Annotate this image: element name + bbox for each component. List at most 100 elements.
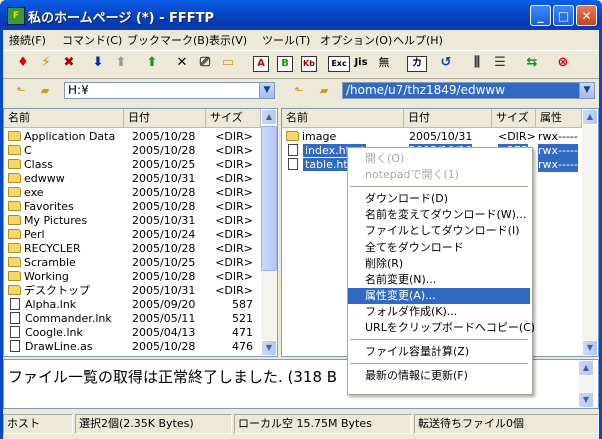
- scroll-up-icon[interactable]: ▲: [582, 109, 598, 125]
- file-name-text: image: [302, 130, 337, 143]
- rename-icon[interactable]: ⎚: [195, 53, 215, 73]
- file-date: 2005/10/28: [132, 270, 196, 283]
- remote-header-attr[interactable]: 属性: [536, 109, 582, 127]
- list-item[interactable]: exe 2005/10/28 <DIR>: [4, 186, 261, 200]
- chevron-down-icon[interactable]: ▼: [579, 82, 595, 99]
- menu-connect[interactable]: 接続(F): [9, 32, 46, 48]
- detail-view-icon[interactable]: ☰: [490, 53, 510, 73]
- remote-open-folder-icon[interactable]: ▰: [316, 84, 332, 98]
- remote-header-size[interactable]: サイズ: [492, 109, 536, 127]
- menu-tools[interactable]: ツール(T): [262, 32, 310, 48]
- remote-header-date[interactable]: 日付: [404, 109, 492, 127]
- stop-icon[interactable]: ⊗: [553, 53, 573, 73]
- scroll-up-icon[interactable]: ▲: [578, 360, 594, 376]
- file-icon: [288, 158, 298, 170]
- refresh-icon[interactable]: ↺: [436, 53, 456, 73]
- local-path-input[interactable]: H:¥: [64, 82, 260, 99]
- list-item[interactable]: C 2005/10/28 <DIR>: [4, 144, 261, 158]
- list-item[interactable]: Coogle.lnk 2005/04/13 471: [4, 326, 261, 340]
- list-item[interactable]: RECYCLER 2005/10/28 <DIR>: [4, 242, 261, 256]
- local-header-date[interactable]: 日付: [124, 109, 206, 127]
- chevron-down-icon[interactable]: ▼: [259, 82, 275, 99]
- local-header-size[interactable]: サイズ: [206, 109, 261, 127]
- local-scrollbar[interactable]: ▲ ▼: [261, 109, 277, 356]
- file-date: 2005/10/28: [132, 340, 196, 353]
- ffftp-app-icon[interactable]: F: [7, 7, 25, 25]
- close-button[interactable]: ✕: [576, 5, 597, 26]
- menu-bookmark[interactable]: ブックマーク(B): [127, 32, 209, 48]
- context-menu-item[interactable]: 全てをダウンロード: [348, 240, 530, 256]
- context-menu-item[interactable]: 最新の情報に更新(F): [348, 368, 530, 384]
- kana-button[interactable]: カ: [407, 56, 427, 72]
- list-item[interactable]: Perl 2005/10/24 <DIR>: [4, 228, 261, 242]
- ascii-mode-button[interactable]: A: [253, 56, 269, 72]
- file-date: 2005/10/28: [132, 130, 196, 143]
- list-item[interactable]: Alpha.lnk 2005/09/20 587: [4, 298, 261, 312]
- connect-icon[interactable]: ♦: [13, 53, 33, 73]
- eucjp-button[interactable]: Exc: [328, 56, 350, 72]
- quick-connect-icon[interactable]: ⚡: [36, 53, 56, 73]
- remote-path-input[interactable]: /home/u7/thz1849/edwww: [342, 82, 580, 99]
- no-conversion-button[interactable]: 無: [374, 53, 394, 73]
- delete-icon[interactable]: ✕: [172, 53, 192, 73]
- list-item[interactable]: Working 2005/10/28 <DIR>: [4, 270, 261, 284]
- context-menu-item[interactable]: ダウンロード(D): [348, 191, 530, 207]
- mkdir-icon[interactable]: ▭: [218, 53, 238, 73]
- list-item[interactable]: image 2005/10/31 <DIR> rwx-----: [282, 130, 582, 144]
- context-menu-item[interactable]: フォルダ作成(K)...: [348, 304, 530, 320]
- scroll-down-icon[interactable]: ▼: [261, 340, 277, 356]
- context-menu-item[interactable]: 削除(R): [348, 256, 530, 272]
- file-icon: [288, 144, 298, 156]
- file-name-text: Class: [24, 158, 53, 171]
- sync-folder-icon[interactable]: ⇆: [522, 53, 542, 73]
- list-item[interactable]: Commander.lnk 2005/05/11 521: [4, 312, 261, 326]
- local-file-pane[interactable]: 名前 日付 サイズ Application Data 2005/10/28 <DIR…: [3, 108, 278, 357]
- list-item[interactable]: My Pictures 2005/10/31 <DIR>: [4, 214, 261, 228]
- maximize-button[interactable]: □: [553, 5, 574, 26]
- list-item[interactable]: DrawLine.as 2005/10/28 476: [4, 340, 261, 354]
- context-menu-item[interactable]: ファイルとしてダウンロード(I): [348, 223, 530, 239]
- scroll-down-icon[interactable]: ▼: [582, 340, 598, 356]
- minimize-button[interactable]: _: [530, 5, 551, 26]
- file-icon: [10, 326, 20, 338]
- upload-icon[interactable]: ⬆: [111, 53, 131, 73]
- scroll-up-icon[interactable]: ▲: [261, 109, 277, 125]
- menu-view[interactable]: 表示(V): [209, 32, 247, 48]
- log-scrollbar[interactable]: ▲ ▼: [578, 360, 594, 408]
- list-item[interactable]: Class 2005/10/25 <DIR>: [4, 158, 261, 172]
- menu-options[interactable]: オプション(O): [320, 32, 392, 48]
- remote-up-folder-icon[interactable]: ⬑: [291, 84, 307, 98]
- mirror-upload-icon[interactable]: ⬆: [142, 53, 162, 73]
- list-item[interactable]: デスクトップ 2005/10/31 <DIR>: [4, 284, 261, 298]
- menu-command[interactable]: コマンド(C): [62, 32, 122, 48]
- download-icon[interactable]: ⬇: [88, 53, 108, 73]
- file-name: DrawLine.as: [8, 340, 93, 354]
- jis-button[interactable]: Jis: [351, 53, 371, 73]
- list-view-icon[interactable]: ⫼: [467, 53, 487, 73]
- auto-mode-button[interactable]: Kb: [301, 56, 317, 72]
- menu-help[interactable]: ヘルプ(H): [393, 32, 443, 48]
- remote-header-name[interactable]: 名前: [282, 109, 404, 127]
- list-item[interactable]: edwww 2005/10/31 <DIR>: [4, 172, 261, 186]
- context-menu-item[interactable]: URLをクリップボードへコピー(C): [348, 320, 535, 336]
- scroll-down-icon[interactable]: ▼: [578, 392, 594, 408]
- context-menu-item[interactable]: 属性変更(A)...: [348, 287, 530, 304]
- remote-scrollbar[interactable]: ▲ ▼: [582, 109, 598, 356]
- disconnect-icon[interactable]: ✖: [59, 53, 79, 73]
- file-name: Working: [8, 270, 69, 284]
- binary-mode-button[interactable]: B: [277, 56, 293, 72]
- file-date: 2005/10/28: [132, 200, 196, 213]
- folder-icon: [8, 257, 21, 267]
- file-name-text: Alpha.lnk: [25, 298, 77, 311]
- context-menu-item[interactable]: 名前変更(N)...: [348, 272, 530, 288]
- context-menu-item[interactable]: 名前を変えてダウンロード(W)...: [348, 207, 530, 223]
- file-date: 2005/10/31: [132, 284, 196, 297]
- local-open-folder-icon[interactable]: ▰: [37, 84, 53, 98]
- list-item[interactable]: Favorites 2005/10/28 <DIR>: [4, 200, 261, 214]
- list-item[interactable]: Application Data 2005/10/28 <DIR>: [4, 130, 261, 144]
- context-menu-item[interactable]: ファイル容量計算(Z): [348, 344, 530, 360]
- scroll-thumb[interactable]: [261, 126, 277, 271]
- local-up-folder-icon[interactable]: ⬑: [13, 84, 29, 98]
- list-item[interactable]: Scramble 2005/10/25 <DIR>: [4, 256, 261, 270]
- local-header-name[interactable]: 名前: [4, 109, 124, 127]
